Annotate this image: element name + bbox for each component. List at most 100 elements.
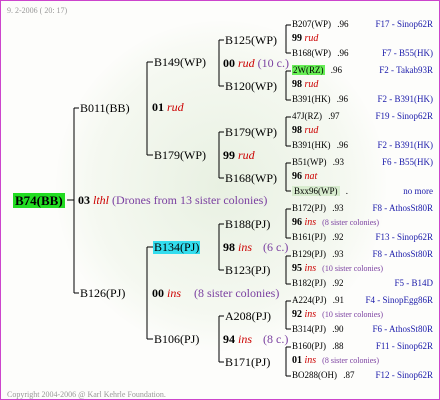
copyright-notice: Copyright 2004-2006 @ Karl Kehrle Founda… bbox=[7, 390, 166, 399]
gen4-father-row: B160(PJ) .88 bbox=[292, 341, 344, 352]
gen3-a-note: (10 c.) bbox=[257, 56, 289, 70]
gen3-b-year: 99 bbox=[223, 148, 235, 162]
gen4-father-score: .88 bbox=[330, 341, 344, 351]
gen4-mother-id: B314(PJ) bbox=[292, 324, 327, 334]
gen4-father-ref: F19 - Sinop62R bbox=[375, 111, 433, 121]
gen4-father-score: .97 bbox=[326, 111, 340, 121]
gen1-race: lthl bbox=[93, 193, 110, 207]
gen3-b-father: B179(WP) bbox=[225, 125, 277, 139]
gen4-mother-ref: F13 - Sinop62R bbox=[375, 232, 433, 242]
gen4-race: ins bbox=[302, 217, 317, 228]
gen3-d-info: 94 ins (8 c.) bbox=[223, 333, 288, 346]
gen3-d-father: A208(PJ) bbox=[225, 309, 272, 323]
gen4-race: nat bbox=[302, 171, 318, 182]
gen4-father-ref: F2 - Takab93R bbox=[379, 65, 433, 75]
gen4-father-id: B129(PJ) bbox=[292, 249, 327, 259]
gen4-mother-id: B391(HK) bbox=[292, 94, 331, 104]
gen4-mother-score: .92 bbox=[330, 278, 344, 288]
gen4-info-row: 98 rud bbox=[292, 79, 318, 90]
gen2-f-father: B149(WP) bbox=[154, 55, 206, 69]
gen3-c-race: ins bbox=[238, 240, 253, 254]
gen4-father-ref: F17 - Sinop62R bbox=[375, 19, 433, 29]
gen4-mother-id: B182(PJ) bbox=[292, 278, 327, 288]
gen4-mother-row: BO288(OH) .87 bbox=[292, 370, 355, 381]
pedigree-frame: { "date": "9. 2-2006 ( 20: 17)", "copyri… bbox=[0, 0, 440, 400]
gen4-mother-score: .96 bbox=[335, 48, 349, 58]
gen2-f-mother: B179(WP) bbox=[154, 148, 206, 162]
gen4-father-id: 2W(RZ) bbox=[292, 65, 325, 75]
gen2-f-info: 01 rud bbox=[152, 101, 184, 114]
gen4-note: (8 sister colonies) bbox=[320, 356, 380, 365]
gen4-father-row: B51(WP) .93 bbox=[292, 157, 344, 168]
gen3-a-info: 00 rud (10 c.) bbox=[223, 57, 289, 70]
gen4-race: rud bbox=[302, 33, 319, 44]
gen3-a-year: 00 bbox=[223, 56, 235, 70]
gen4-mother-score: . bbox=[343, 186, 348, 196]
gen4-year: 96 bbox=[292, 217, 302, 228]
gen4-mother-row: Bxx96(WP) . bbox=[292, 186, 348, 197]
gen4-race: rud bbox=[302, 79, 319, 90]
gen4-father-id: 47J(RZ) bbox=[292, 111, 322, 121]
gen3-c-note: (6 c.) bbox=[263, 240, 289, 254]
gen3-d-race: ins bbox=[238, 332, 253, 346]
gen4-mother-row: B391(HK) .96 bbox=[292, 140, 348, 151]
gen3-a-father: B125(WP) bbox=[225, 33, 277, 47]
gen4-mother-id: B391(HK) bbox=[292, 140, 331, 150]
gen3-c-mother: B123(PJ) bbox=[225, 263, 271, 277]
gen4-race: ins bbox=[302, 309, 317, 320]
gen3-c-year: 98 bbox=[223, 240, 235, 254]
gen4-note: (10 sister colonies) bbox=[320, 264, 384, 273]
gen4-year: 98 bbox=[292, 125, 302, 136]
gen1-mother: B126(PJ) bbox=[80, 286, 126, 300]
gen4-mother-ref: F6 - AthosSt80R bbox=[372, 324, 433, 334]
gen4-father-ref: F6 - B55(HK) bbox=[382, 157, 433, 167]
gen4-mother-id: B168(WP) bbox=[292, 48, 331, 58]
gen4-father-score: .93 bbox=[330, 249, 344, 259]
gen1-year: 03 bbox=[78, 193, 90, 207]
gen4-mother-row: B161(PJ) .92 bbox=[292, 232, 344, 243]
gen4-father-row: B129(PJ) .93 bbox=[292, 249, 344, 260]
gen4-father-ref: F8 - AthosSt80R bbox=[372, 203, 433, 213]
gen4-father-row: 47J(RZ) .97 bbox=[292, 111, 340, 122]
gen4-year: 01 bbox=[292, 355, 302, 366]
gen4-mother-ref: F12 - Sinop62R bbox=[375, 370, 433, 380]
gen4-father-id: B172(PJ) bbox=[292, 203, 327, 213]
gen1-father: B011(BB) bbox=[80, 101, 130, 115]
gen4-mother-score: .96 bbox=[334, 140, 348, 150]
gen4-race: rud bbox=[302, 125, 319, 136]
gen4-mother-row: B168(WP) .96 bbox=[292, 48, 349, 59]
gen3-d-year: 94 bbox=[223, 332, 235, 346]
gen4-father-score: .93 bbox=[330, 203, 344, 213]
gen2-m-father: B134(PJ) bbox=[153, 240, 201, 254]
gen4-father-id: B51(WP) bbox=[292, 157, 327, 167]
gen4-father-score: .93 bbox=[330, 157, 344, 167]
gen3-d-note: (8 c.) bbox=[263, 332, 289, 346]
gen4-father-id: B207(WP) bbox=[292, 19, 331, 29]
gen4-race: ins bbox=[302, 263, 317, 274]
gen4-father-row: B172(PJ) .93 bbox=[292, 203, 344, 214]
gen4-father-row: 2W(RZ) .96 bbox=[292, 65, 342, 76]
gen4-father-ref: F4 - SinopEgg86R bbox=[365, 295, 433, 305]
gen4-info-row: 95 ins (10 sister colonies) bbox=[292, 263, 383, 274]
gen3-b-info: 99 rud bbox=[223, 149, 255, 162]
gen4-mother-score: .87 bbox=[341, 370, 355, 380]
gen3-c-father: B188(PJ) bbox=[225, 217, 271, 231]
gen2-m-info: 00 ins (8 sister colonies) bbox=[152, 287, 279, 300]
gen4-mother-row: B391(HK) .96 bbox=[292, 94, 348, 105]
gen4-mother-ref: F2 - B391(HK) bbox=[377, 140, 434, 150]
gen4-info-row: 92 ins (10 sister colonies) bbox=[292, 309, 383, 320]
root-queen: B74(BB) bbox=[13, 193, 65, 208]
gen4-year: 99 bbox=[292, 33, 302, 44]
gen4-father-ref: F8 - AthosSt80R bbox=[372, 249, 433, 259]
gen1-note: (Drones from 13 sister colonies) bbox=[112, 193, 268, 207]
gen2-m-year: 00 bbox=[152, 286, 164, 300]
gen4-year: 95 bbox=[292, 263, 302, 274]
gen3-a-mother: B120(WP) bbox=[225, 79, 277, 93]
gen4-mother-ref: no more bbox=[403, 186, 433, 196]
gen4-father-id: B160(PJ) bbox=[292, 341, 327, 351]
gen1-info: 03 lthl (Drones from 13 sister colonies) bbox=[78, 194, 267, 207]
gen3-b-race: rud bbox=[238, 148, 255, 162]
gen4-mother-score: .90 bbox=[330, 324, 344, 334]
gen4-mother-row: B314(PJ) .90 bbox=[292, 324, 344, 335]
gen4-info-row: 96 nat bbox=[292, 171, 317, 182]
